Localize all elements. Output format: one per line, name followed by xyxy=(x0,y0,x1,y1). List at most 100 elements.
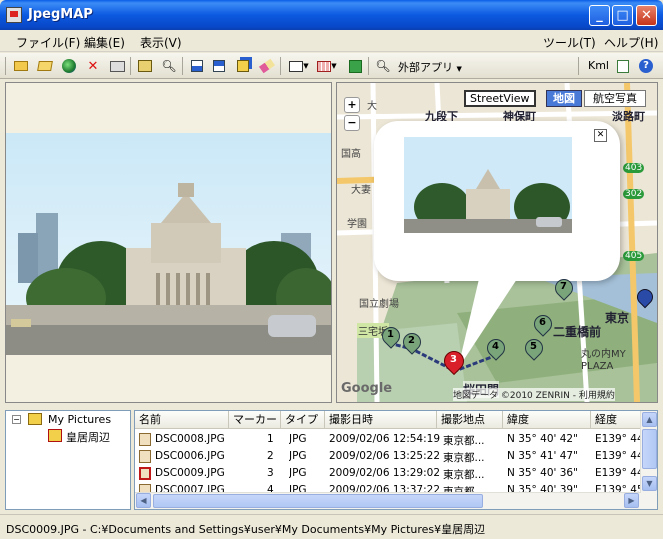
map-marker-6-label: 6 xyxy=(539,317,546,328)
info-window-close-button[interactable]: ✕ xyxy=(594,129,607,142)
delete-icon[interactable]: ✕ xyxy=(84,57,102,75)
aerial-tab[interactable]: 航空写真 xyxy=(584,90,646,107)
info-window: ✕ xyxy=(374,121,620,281)
toolbar-separator xyxy=(182,57,183,75)
tree-item-selected-folder[interactable]: 皇居周辺 xyxy=(66,429,110,445)
col-header-marker[interactable]: マーカー xyxy=(229,411,281,429)
map-marker-5-label: 5 xyxy=(530,341,537,352)
google-logo: Google xyxy=(341,381,393,396)
shot-place: 東京都... xyxy=(443,469,485,481)
menu-tools[interactable]: ツール(T) xyxy=(543,34,596,51)
scroll-down-button[interactable]: ▼ xyxy=(642,476,657,491)
photo-preview-pane xyxy=(5,82,332,403)
scroll-left-button[interactable]: ◀ xyxy=(136,493,151,508)
open-folder-icon[interactable] xyxy=(36,57,54,75)
col-header-latitude-label: 緯度 xyxy=(507,413,529,426)
copy-icon[interactable] xyxy=(234,57,252,75)
thumbnail-view-icon[interactable]: ▼ xyxy=(286,57,312,75)
scroll-thumb[interactable] xyxy=(642,429,657,469)
refresh-icon[interactable] xyxy=(346,57,364,75)
scroll-right-button[interactable]: ▶ xyxy=(624,493,639,508)
status-bar: DSC0009.JPG - C:¥Documents and Settings¥… xyxy=(0,514,663,539)
map-label-kokokan: 国高 xyxy=(341,149,361,160)
edit-map-icon[interactable] xyxy=(136,57,154,75)
route-403-badge: 403 xyxy=(623,163,645,173)
status-path: DSC0009.JPG - C:¥Documents and Settings¥… xyxy=(6,523,486,536)
file-name: DSC0006.JPG xyxy=(155,450,225,462)
toolbar-separator xyxy=(368,57,369,75)
scroll-up-button[interactable]: ▲ xyxy=(642,412,657,427)
toolbar-separator xyxy=(280,57,281,75)
minimize-button[interactable]: _ xyxy=(589,5,610,26)
col-header-latitude[interactable]: 緯度 xyxy=(503,411,591,429)
map-marker-2-label: 2 xyxy=(408,335,415,346)
col-header-datetime-label: 撮影日時 xyxy=(329,413,373,426)
col-header-name[interactable]: 名前 xyxy=(135,411,229,429)
map-label-kokuritsu: 国立劇場 xyxy=(359,299,399,310)
map-label-gakuen: 学園 xyxy=(347,219,367,230)
zoom-out-button[interactable]: − xyxy=(344,115,360,131)
file-type: JPG xyxy=(289,467,307,479)
map-label-d: 大 xyxy=(367,101,377,112)
col-header-type-label: タイプ xyxy=(285,413,318,426)
map-pane[interactable]: + − StreetView 地図 航空写真 九段下 神保町 淡路町 大 大妻 … xyxy=(336,82,658,403)
eraser-icon[interactable] xyxy=(258,57,276,75)
help-icon[interactable]: ? xyxy=(637,57,655,75)
map-marker-7-label: 7 xyxy=(560,281,567,292)
hscroll-thumb[interactable] xyxy=(153,494,483,508)
map-marker-1-label: 1 xyxy=(387,329,394,340)
tree-item-my-pictures[interactable]: My Pictures xyxy=(48,413,111,426)
col-header-place[interactable]: 撮影地点 xyxy=(437,411,503,429)
marker-number: 2 xyxy=(267,450,274,462)
zoom-out-label: − xyxy=(347,116,357,129)
globe-icon[interactable] xyxy=(60,57,78,75)
new-folder-icon[interactable] xyxy=(12,57,30,75)
streetview-button[interactable]: StreetView xyxy=(464,90,536,107)
search-icon[interactable]: 🔍︎ xyxy=(160,57,178,75)
longitude: E139° 44 xyxy=(595,450,641,462)
map-tab[interactable]: 地図 xyxy=(546,90,582,107)
move-down-icon[interactable] xyxy=(210,57,228,75)
external-apps-dropdown[interactable]: 外部アプリ ▼ xyxy=(398,59,462,75)
latitude: N 35° 41' 47" xyxy=(507,450,578,462)
kml-button[interactable]: Kml xyxy=(588,59,609,72)
grid-view-icon[interactable]: ▼ xyxy=(314,57,340,75)
external-app-icon[interactable]: 🔍︎ xyxy=(374,57,392,75)
horizontal-scrollbar[interactable]: ◀ ▶ xyxy=(135,492,641,509)
shot-datetime: 2009/02/06 12:54:19 xyxy=(329,433,441,445)
menu-edit[interactable]: 編集(E) xyxy=(84,34,125,51)
toolbar-separator xyxy=(130,57,131,75)
maximize-button[interactable]: □ xyxy=(612,5,633,26)
toolbar-grip xyxy=(5,57,6,75)
zoom-in-button[interactable]: + xyxy=(344,97,360,113)
tree-expander[interactable]: − xyxy=(12,415,21,424)
col-header-longitude-label: 経度 xyxy=(595,413,617,426)
move-up-icon[interactable] xyxy=(188,57,206,75)
longitude: E139° 44 xyxy=(595,433,641,445)
table-row-selected[interactable]: DSC0009.JPG 3 JPG 2009/02/06 13:29:02 東京… xyxy=(135,465,641,482)
close-window-button[interactable]: ✕ xyxy=(636,5,657,26)
table-row[interactable]: DSC0008.JPG 1 JPG 2009/02/06 12:54:19 東京… xyxy=(135,431,641,448)
map-copyright[interactable]: 地図データ ©2010 ZENRIN - 利用規約 xyxy=(453,388,615,401)
toolbar-separator xyxy=(578,57,579,75)
vertical-scrollbar[interactable]: ▲ ▼ xyxy=(640,411,657,509)
file-name: DSC0009.JPG xyxy=(155,467,225,479)
menu-view[interactable]: 表示(V) xyxy=(140,34,182,51)
title-bar: JpegMAP _ □ ✕ xyxy=(0,0,663,30)
folder-tree: − My Pictures 皇居周辺 xyxy=(5,410,131,510)
app-icon[interactable] xyxy=(6,7,22,23)
menu-file[interactable]: ファイル(F) xyxy=(16,34,80,51)
print-icon[interactable] xyxy=(108,57,126,75)
jpg-file-icon xyxy=(139,433,151,446)
export-icon[interactable] xyxy=(614,57,632,75)
col-header-datetime[interactable]: 撮影日時 xyxy=(325,411,437,429)
map-label-marunouchi: 丸の内MY PLAZA xyxy=(581,349,626,372)
table-row[interactable]: DSC0006.JPG 2 JPG 2009/02/06 13:25:22 東京… xyxy=(135,448,641,465)
map-label-ohyama: 大妻 xyxy=(351,185,371,196)
col-header-type[interactable]: タイプ xyxy=(281,411,325,429)
my-pictures-folder-icon xyxy=(28,413,42,425)
folder-icon xyxy=(48,429,62,442)
menu-help[interactable]: ヘルプ(H) xyxy=(604,34,658,51)
menu-bar: ファイル(F) 編集(E) 表示(V) ツール(T) ヘルプ(H) xyxy=(0,30,663,52)
col-header-longitude[interactable]: 経度 xyxy=(591,411,641,429)
